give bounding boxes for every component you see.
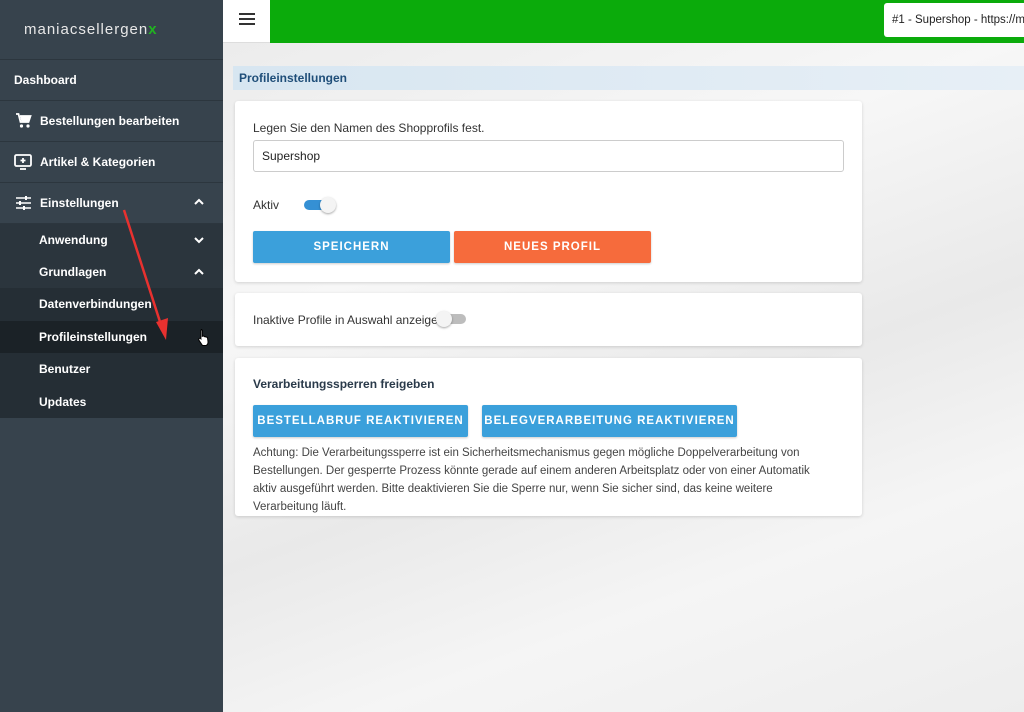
sliders-icon (14, 194, 32, 212)
profile-card: Legen Sie den Namen des Shopprofils fest… (235, 101, 862, 282)
sidebar-item-label: Dashboard (14, 73, 77, 87)
cart-icon (14, 112, 32, 130)
inactive-profiles-toggle[interactable] (436, 311, 468, 327)
sidebar-item-label: Grundlagen (39, 265, 107, 279)
reactivate-document-processing-button[interactable]: Belegverarbeitung reaktivieren (482, 405, 737, 437)
sidebar-item-orders[interactable]: Bestellungen bearbeiten (0, 101, 223, 142)
sidebar-item-dashboard[interactable]: Dashboard (0, 60, 223, 101)
inactive-profiles-label: Inaktive Profile in Auswahl anzeigen (253, 313, 445, 327)
processing-lock-warning: Achtung: Die Verarbeitungssperre ist ein… (253, 447, 810, 513)
sidebar-item-label: Updates (39, 394, 87, 409)
active-toggle[interactable] (304, 197, 336, 213)
sidebar-item-datenverbindungen[interactable]: Datenverbindungen (0, 288, 223, 321)
sidebar-item-label: Anwendung (39, 233, 108, 247)
inactive-profiles-card: Inaktive Profile in Auswahl anzeigen (235, 293, 862, 346)
sidebar-item-articles[interactable]: Artikel & Kategorien (0, 142, 223, 183)
hamburger-icon (238, 12, 256, 31)
shop-selector[interactable]: #1 - Supershop - https://maniac (884, 3, 1024, 37)
sidebar: maniacsellergen x Dashboard Bestellungen … (0, 0, 223, 712)
active-label: Aktiv (253, 198, 280, 212)
grundlagen-submenu: Datenverbindungen Profileinstellungen Be… (0, 288, 223, 418)
settings-submenu: Anwendung Grundlagen Datenverbindungen P… (0, 224, 223, 418)
monitor-plus-icon (14, 153, 32, 171)
toggle-knob (320, 197, 336, 213)
sidebar-item-label: Artikel & Kategorien (40, 155, 156, 169)
toggle-knob (436, 311, 452, 327)
sidebar-item-label: Bestellungen bearbeiten (40, 114, 180, 128)
sidebar-item-anwendung[interactable]: Anwendung (0, 224, 223, 256)
processing-locks-card: Verarbeitungssperren freigeben Bestellab… (235, 358, 862, 516)
hand-cursor-icon (197, 328, 211, 349)
sidebar-item-label: Benutzer (39, 362, 91, 377)
main-content: Profileinstellungen Legen Sie den Namen … (223, 43, 1024, 712)
sidebar-item-profileinstellungen[interactable]: Profileinstellungen (0, 320, 223, 353)
save-button[interactable]: Speichern (253, 231, 450, 263)
page-title: Profileinstellungen (233, 66, 1024, 90)
new-profile-button[interactable]: Neues Profil (454, 231, 651, 263)
processing-locks-title: Verarbeitungssperren freigeben (253, 377, 435, 391)
sidebar-item-settings[interactable]: Einstellungen (0, 183, 223, 224)
sidebar-item-updates[interactable]: Updates (0, 386, 223, 419)
logo-text: maniacsellergen (24, 21, 149, 38)
sidebar-item-grundlagen[interactable]: Grundlagen (0, 256, 223, 288)
sidebar-item-label: Einstellungen (40, 196, 119, 210)
sidebar-item-label: Datenverbindungen (39, 297, 152, 312)
app-logo[interactable]: maniacsellergen x (0, 0, 223, 60)
reactivate-order-fetch-button[interactable]: Bestellabruf reaktivieren (253, 405, 468, 437)
profile-name-input[interactable]: Supershop (253, 140, 844, 172)
logo-x: x (148, 21, 158, 38)
profile-name-label: Legen Sie den Namen des Shopprofils fest… (253, 121, 485, 135)
chevron-up-icon (193, 266, 205, 281)
sidebar-item-benutzer[interactable]: Benutzer (0, 353, 223, 386)
hamburger-menu-button[interactable] (223, 0, 270, 43)
chevron-down-icon (193, 234, 205, 249)
chevron-up-icon (193, 196, 205, 211)
sidebar-item-label: Profileinstellungen (39, 329, 148, 344)
